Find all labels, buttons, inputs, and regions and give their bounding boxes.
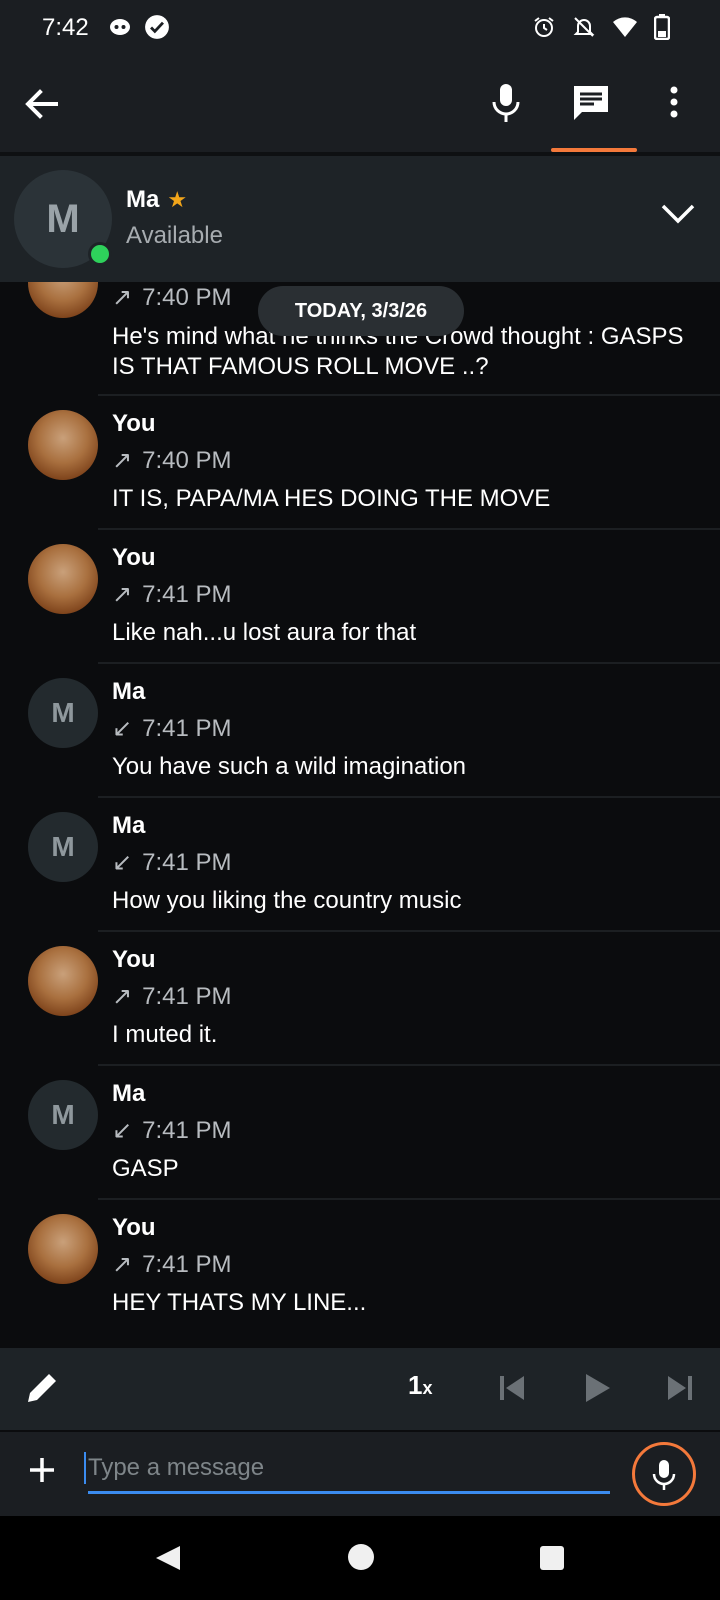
message-sender: Ma — [112, 1080, 146, 1107]
message-list[interactable]: ↗ 7:40 PM He's mind what he thinks the C… — [0, 282, 720, 1348]
contact-header[interactable]: M Ma ★ Available — [0, 156, 720, 282]
system-nav-bar — [0, 1516, 720, 1600]
wifi-icon — [613, 17, 637, 37]
divider — [98, 1198, 720, 1200]
message-meta: ↗ 7:40 PM — [112, 283, 232, 312]
date-separator-pill: TODAY, 3/3/26 — [258, 286, 464, 336]
message-sender: You — [112, 1214, 156, 1241]
incoming-arrow-icon: ↙ — [112, 1117, 133, 1144]
message-meta: ↙ 7:41 PM — [112, 714, 232, 743]
nav-back-icon[interactable] — [152, 1542, 184, 1574]
message-meta: ↗ 7:40 PM — [112, 446, 232, 475]
chat-icon[interactable] — [566, 78, 616, 128]
speed-suffix: x — [422, 1378, 433, 1398]
avatar — [28, 282, 98, 318]
message-time: 7:41 PM — [142, 714, 232, 742]
chevron-down-icon[interactable] — [658, 194, 698, 234]
contact-name-row: Ma ★ — [126, 186, 187, 214]
message-meta: ↗ 7:41 PM — [112, 982, 232, 1011]
record-voice-button[interactable] — [632, 1442, 696, 1506]
star-icon: ★ — [167, 187, 188, 212]
nav-recents-icon[interactable] — [540, 1546, 564, 1570]
divider — [98, 796, 720, 798]
status-right-icons — [532, 14, 670, 40]
playback-bar: 1x — [0, 1348, 720, 1430]
message-time: 7:41 PM — [142, 1116, 232, 1144]
avatar: M — [28, 678, 98, 748]
message-sender: You — [112, 946, 156, 973]
incoming-arrow-icon: ↙ — [112, 849, 133, 876]
skip-previous-icon[interactable] — [494, 1370, 530, 1406]
outgoing-arrow-icon: ↗ — [112, 983, 133, 1010]
divider — [98, 1064, 720, 1066]
nav-home-icon[interactable] — [348, 1544, 374, 1570]
message-time: 7:41 PM — [142, 848, 232, 876]
message-time: 7:41 PM — [142, 580, 232, 608]
plus-icon[interactable] — [24, 1452, 60, 1488]
message-sender: You — [112, 410, 156, 437]
alarm-icon — [534, 17, 554, 37]
message-text: You have such a wild imagination — [112, 753, 467, 780]
message-text: HEY THATS MY LINE... — [112, 1289, 367, 1316]
avatar: M — [28, 812, 98, 882]
message-input[interactable] — [88, 1444, 610, 1494]
back-arrow-icon[interactable] — [20, 82, 64, 126]
avatar — [28, 410, 98, 480]
check-circle-icon — [145, 15, 169, 39]
divider — [98, 930, 720, 932]
text-cursor — [84, 1452, 86, 1484]
skip-next-icon[interactable] — [662, 1370, 698, 1406]
message-time: 7:41 PM — [142, 982, 232, 1010]
message-time: 7:40 PM — [142, 283, 232, 311]
contact-status: Available — [126, 222, 223, 249]
message-text: I muted it. — [112, 1021, 218, 1048]
message-text: Like nah...u lost aura for that — [112, 619, 417, 646]
message-text: How you liking the country music — [112, 887, 462, 914]
message-meta: ↗ 7:41 PM — [112, 1250, 232, 1279]
play-icon[interactable] — [578, 1368, 614, 1408]
message-text: IT IS, PAPA/MA HES DOING THE MOVE — [112, 485, 551, 512]
divider — [98, 394, 720, 396]
playback-speed-button[interactable]: 1x — [408, 1370, 432, 1401]
voice-call-mic-icon[interactable] — [484, 78, 528, 128]
message-meta: ↙ 7:41 PM — [112, 848, 232, 877]
message-time: 7:40 PM — [142, 446, 232, 474]
outgoing-arrow-icon: ↗ — [112, 581, 133, 608]
status-time: 7:42 — [42, 14, 89, 41]
message-time: 7:41 PM — [142, 1250, 232, 1278]
message-sender: Ma — [112, 812, 146, 839]
outgoing-arrow-icon: ↗ — [112, 447, 133, 474]
message-meta: ↙ 7:41 PM — [112, 1116, 232, 1145]
online-status-dot — [88, 242, 112, 266]
outgoing-arrow-icon: ↗ — [112, 1251, 133, 1278]
discord-icon — [110, 19, 130, 35]
speed-value: 1 — [408, 1370, 423, 1400]
avatar — [28, 1214, 98, 1284]
pencil-icon[interactable] — [22, 1368, 62, 1408]
contact-name: Ma — [126, 186, 160, 213]
status-left-icons — [108, 14, 170, 40]
status-bar: 7:42 — [0, 0, 720, 56]
composer-bar — [0, 1432, 720, 1516]
avatar — [28, 544, 98, 614]
more-vert-icon[interactable] — [656, 78, 692, 128]
divider — [98, 528, 720, 530]
outgoing-arrow-icon: ↗ — [112, 284, 133, 311]
avatar: M — [28, 1080, 98, 1150]
message-meta: ↗ 7:41 PM — [112, 580, 232, 609]
bell-off-icon — [573, 17, 595, 37]
message-sender: You — [112, 544, 156, 571]
incoming-arrow-icon: ↙ — [112, 715, 133, 742]
avatar — [28, 946, 98, 1016]
message-sender: Ma — [112, 678, 146, 705]
battery-icon — [654, 14, 670, 40]
message-text: GASP — [112, 1155, 179, 1182]
divider — [98, 662, 720, 664]
app-bar — [0, 56, 720, 152]
mic-icon — [652, 1460, 676, 1490]
